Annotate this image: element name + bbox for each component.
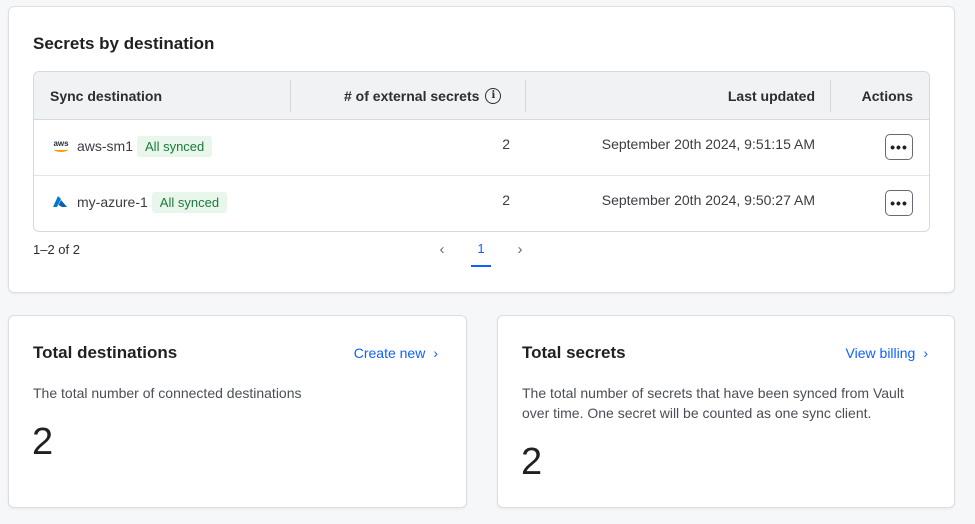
aws-icon: aws xyxy=(52,139,70,153)
last-updated: September 20th 2024, 9:50:27 AM xyxy=(601,192,815,208)
row-actions-button[interactable]: ••• xyxy=(885,190,913,216)
pagination-range: 1–2 of 2 xyxy=(33,242,80,257)
destinations-count: 2 xyxy=(32,421,54,463)
azure-icon xyxy=(53,196,67,207)
description-line: The total number of secrets that have be… xyxy=(522,385,904,401)
secret-count: 2 xyxy=(502,136,510,152)
destination-cell: my-azure-1 All synced xyxy=(52,176,228,228)
view-billing-link[interactable]: View billing › xyxy=(846,345,928,361)
last-updated: September 20th 2024, 9:51:15 AM xyxy=(601,136,815,152)
total-secrets-card: Total secrets View billing › The total n… xyxy=(497,315,955,508)
column-header-sync-destination[interactable]: Sync destination xyxy=(50,72,162,120)
column-header-actions: Actions xyxy=(861,88,913,104)
pagination-page-1[interactable]: 1 xyxy=(471,241,491,267)
table-header: Sync destination # of external secrets i… xyxy=(34,72,929,120)
table-row: my-azure-1 All synced 2 September 20th 2… xyxy=(34,176,929,231)
column-divider xyxy=(290,80,291,112)
card-title: Total secrets xyxy=(522,343,626,362)
info-icon[interactable]: i xyxy=(485,88,502,104)
card-title: Secrets by destination xyxy=(33,34,215,53)
secret-count: 2 xyxy=(502,192,510,208)
table-row: aws aws-sm1 All synced 2 September 20th … xyxy=(34,120,929,176)
card-title: Total destinations xyxy=(33,343,178,362)
destinations-table: Sync destination # of external secrets i… xyxy=(33,71,930,232)
chevron-right-icon[interactable]: › xyxy=(512,240,528,258)
description-line: over time. One secret will be counted as… xyxy=(522,405,872,421)
destination-cell: aws aws-sm1 All synced xyxy=(52,120,213,172)
destination-name[interactable]: aws-sm1 xyxy=(77,138,133,154)
total-destinations-card: Total destinations Create new › The tota… xyxy=(8,315,467,508)
row-actions-button[interactable]: ••• xyxy=(885,134,913,160)
secrets-count: 2 xyxy=(521,441,543,483)
status-badge: All synced xyxy=(137,135,213,157)
column-header-external-secrets[interactable]: # of external secrets i xyxy=(344,72,502,120)
card-description: The total number of connected destinatio… xyxy=(33,385,302,401)
column-divider xyxy=(525,80,526,112)
chevron-left-icon[interactable]: ‹ xyxy=(434,240,450,258)
link-label: Create new xyxy=(353,345,426,361)
create-new-link[interactable]: Create new › xyxy=(354,345,438,361)
card-description: The total number of secrets that have be… xyxy=(522,383,904,423)
column-divider xyxy=(830,80,831,112)
chevron-right-icon: › xyxy=(433,345,438,361)
column-header-label: # of external secrets xyxy=(344,88,480,104)
secrets-by-destination-card: Secrets by destination Sync destination … xyxy=(8,6,955,293)
column-header-last-updated[interactable]: Last updated xyxy=(728,72,815,120)
status-badge: All synced xyxy=(151,191,228,213)
link-label: View billing xyxy=(845,345,916,361)
chevron-right-icon: › xyxy=(923,345,928,361)
destination-name[interactable]: my-azure-1 xyxy=(77,194,148,210)
